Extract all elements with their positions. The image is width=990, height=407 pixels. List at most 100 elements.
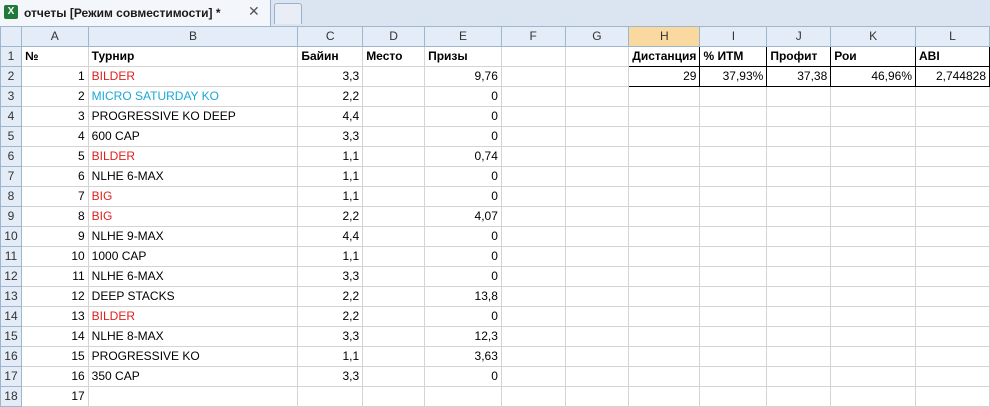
cell-no[interactable]: 8 [20,206,89,227]
cell[interactable] [915,266,990,287]
cell[interactable] [915,186,990,207]
cell-buyin[interactable]: 2,2 [297,86,364,107]
cell-buyin[interactable]: 1,1 [297,246,364,267]
cell[interactable] [628,326,701,347]
cell-place[interactable] [362,326,426,347]
cell[interactable] [628,386,701,407]
cell[interactable] [564,106,630,127]
cell-prize[interactable]: 13,8 [424,286,502,307]
cell-tournament[interactable]: BILDER [87,146,299,167]
cell[interactable] [628,346,701,367]
cell[interactable] [915,246,990,267]
stats-value-cell[interactable]: 37,93% [699,66,768,87]
cell-prize[interactable]: 0 [424,186,502,207]
cell[interactable] [830,246,917,267]
cell[interactable] [699,206,768,227]
column-header[interactable]: J [766,26,832,47]
column-header[interactable]: H [628,26,701,47]
cell[interactable] [500,186,566,207]
stats-value-cell[interactable]: 29 [628,66,701,87]
cell-prize[interactable]: 3,63 [424,346,502,367]
cell[interactable] [915,126,990,147]
cell-tournament[interactable]: BILDER [87,306,299,327]
cell-no[interactable]: 5 [20,146,89,167]
cell-tournament[interactable]: 1000 CAP [87,246,299,267]
cell[interactable] [915,326,990,347]
cell[interactable] [915,166,990,187]
cell[interactable] [564,326,630,347]
row-header[interactable]: 6 [0,146,22,167]
cell-place[interactable] [362,106,426,127]
column-header[interactable]: B [87,26,299,47]
cell[interactable] [766,206,832,227]
cell-buyin[interactable]: 3,3 [297,366,364,387]
stats-value-cell[interactable]: 46,96% [830,66,917,87]
cell[interactable] [830,386,917,407]
cell[interactable] [699,106,768,127]
stats-header-cell[interactable]: ABI [915,46,990,67]
cell-prize[interactable]: 0 [424,266,502,287]
cell[interactable] [564,186,630,207]
cell[interactable] [564,366,630,387]
cell[interactable] [830,306,917,327]
cell-no[interactable]: 4 [20,126,89,147]
column-header[interactable]: E [424,26,502,47]
cell[interactable] [766,226,832,247]
row-header[interactable]: 12 [0,266,22,287]
cell[interactable] [699,186,768,207]
cell[interactable] [564,166,630,187]
cell[interactable] [766,366,832,387]
cell[interactable] [564,206,630,227]
cell-place[interactable] [362,226,426,247]
cell[interactable] [564,46,630,67]
cell-buyin[interactable]: 4,4 [297,226,364,247]
cell[interactable] [628,126,701,147]
cell-place[interactable] [362,386,426,407]
cell[interactable] [766,286,832,307]
cell[interactable] [699,326,768,347]
cell-no[interactable]: 1 [20,66,89,87]
cell[interactable] [766,246,832,267]
cell-tournament[interactable]: NLHE 6-MAX [87,266,299,287]
cell[interactable] [830,266,917,287]
stats-value-cell[interactable]: 2,744828 [915,66,990,87]
row-header[interactable]: 9 [0,206,22,227]
row-header[interactable]: 7 [0,166,22,187]
cell-no[interactable]: 6 [20,166,89,187]
cell[interactable] [699,306,768,327]
new-tab-button[interactable] [274,3,302,24]
cell-prize[interactable] [424,386,502,407]
stats-header-cell[interactable]: % ИТМ [699,46,768,67]
cell-buyin[interactable]: 3,3 [297,126,364,147]
cell[interactable] [500,306,566,327]
cell[interactable] [500,126,566,147]
cell-prize[interactable]: 0,74 [424,146,502,167]
cell-buyin[interactable]: 1,1 [297,146,364,167]
cell[interactable] [500,286,566,307]
cell-no[interactable]: 9 [20,226,89,247]
cell[interactable] [628,106,701,127]
cell[interactable] [830,206,917,227]
cell[interactable] [564,346,630,367]
cell-prize[interactable]: 9,76 [424,66,502,87]
cell[interactable] [564,126,630,147]
cell-place[interactable] [362,346,426,367]
cell[interactable] [766,266,832,287]
cell[interactable] [564,226,630,247]
cell[interactable] [830,126,917,147]
cell-buyin[interactable]: 3,3 [297,266,364,287]
cell-no[interactable]: 12 [20,286,89,307]
row-header[interactable]: 5 [0,126,22,147]
close-icon[interactable]: ✕ [248,3,260,20]
cell[interactable] [915,346,990,367]
cell-prize[interactable]: 0 [424,306,502,327]
cell-buyin[interactable]: 2,2 [297,286,364,307]
stats-value-cell[interactable]: 37,38 [766,66,832,87]
cell[interactable] [564,286,630,307]
cell[interactable] [830,146,917,167]
cell[interactable] [564,306,630,327]
cell-no[interactable]: 15 [20,346,89,367]
cell-place[interactable] [362,126,426,147]
cell[interactable] [699,86,768,107]
cell-no[interactable]: 16 [20,366,89,387]
